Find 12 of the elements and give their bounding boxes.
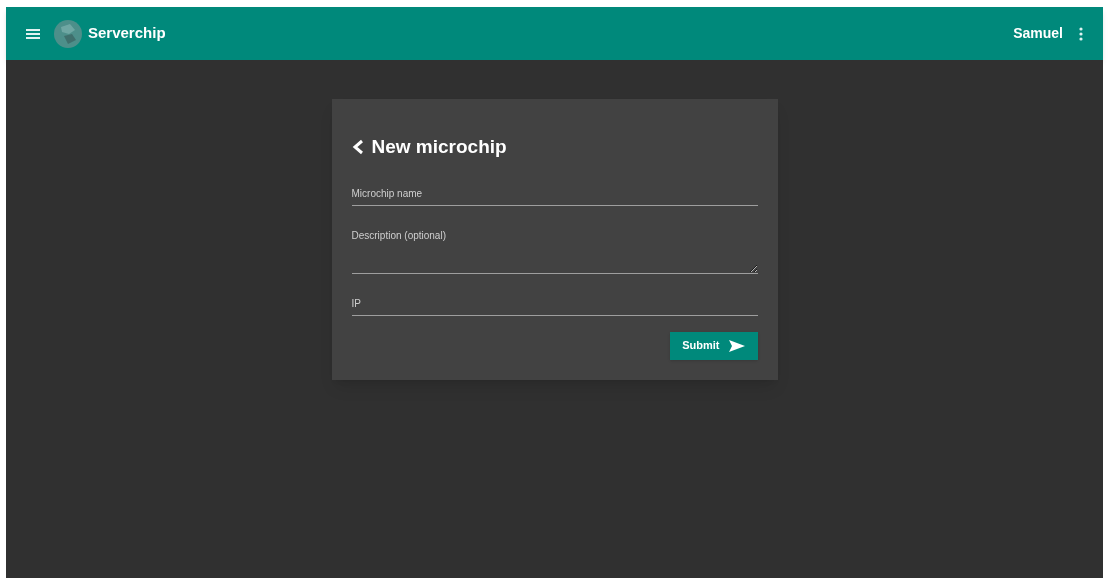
more-options-icon[interactable] — [1079, 26, 1083, 41]
send-icon — [727, 338, 746, 353]
app-title: Serverchip — [88, 23, 166, 44]
form-title: New microchip — [371, 135, 507, 159]
menu-icon[interactable] — [26, 27, 40, 40]
input-field[interactable]: IP — [351, 295, 758, 316]
user-name[interactable]: Samuel — [1013, 23, 1063, 44]
input-field[interactable]: Microchip name — [351, 185, 758, 206]
submit-button[interactable]: Submit — [670, 331, 758, 360]
description-field[interactable]: Description (optional) — [351, 227, 758, 274]
back-icon[interactable] — [351, 139, 364, 156]
logo-icon — [52, 17, 84, 50]
